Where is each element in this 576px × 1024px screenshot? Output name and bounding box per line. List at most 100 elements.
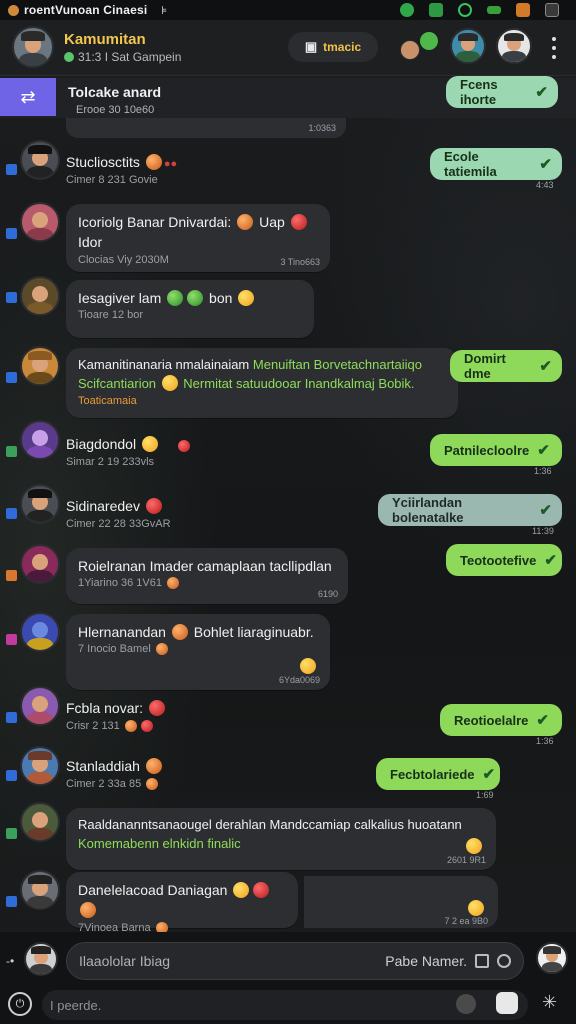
profile-avatar[interactable] — [536, 942, 568, 974]
message-link-3[interactable]: Nermitat satuudooar Inandkalmaj Bobik. — [183, 376, 414, 391]
sender-avatar[interactable] — [20, 870, 60, 910]
message-link[interactable]: Komemabenn elnkidn finalic — [78, 835, 484, 854]
sync-icon — [400, 3, 414, 17]
outgoing-text: Yciirlandan bolenatalke — [392, 495, 464, 525]
chat-app: roentVunoan Cinaesi ⊧ Kamumitan 31:3 I S… — [0, 0, 576, 1024]
outgoing-message[interactable]: Patnilecloolre ✔ — [430, 434, 562, 466]
sticker-icon[interactable] — [456, 994, 476, 1014]
back-arrow-icon[interactable]: -• — [6, 954, 14, 968]
outgoing-message[interactable]: Fecbtolariede ✔ — [376, 758, 500, 790]
mic-icon[interactable]: ✳ — [542, 992, 557, 1013]
message-text: Hlernanandan — [78, 624, 166, 640]
message-link[interactable]: Menuiftan Borvetachnartaiiqo — [253, 357, 422, 372]
participant-avatar-small[interactable] — [400, 40, 420, 60]
power-icon[interactable]: ⏻ — [8, 992, 32, 1016]
message-text: Kamanitinanaria nmalainaiam — [78, 357, 250, 372]
sender-avatar[interactable] — [20, 746, 60, 786]
camera-button-icon[interactable] — [496, 992, 518, 1014]
incoming-message[interactable]: Iesagiver lam bon Tioare 12 bor — [66, 280, 314, 338]
message-row[interactable]: Sidinaredev Cimer 22 28 33GvAR — [66, 498, 171, 530]
group-avatar[interactable] — [12, 26, 54, 68]
composer: -• Ilaaololar Ibiag Pabe Namer. ⏻ I peer… — [0, 932, 576, 1024]
wifi-icon — [429, 3, 443, 17]
sender-name: Stanladdiah — [66, 758, 140, 774]
call-pill-button[interactable]: ▣ tmacic — [288, 32, 378, 62]
message-row[interactable]: Fcbla novar: Crisr 2 131 — [66, 700, 167, 732]
status-icons — [400, 3, 559, 17]
message-input-placeholder: Ilaaololar Ibiag — [79, 953, 171, 969]
platform-badge-icon — [6, 634, 17, 645]
platform-badge-icon — [6, 828, 17, 839]
outgoing-message[interactable]: Fcens ihorte ✔ — [446, 76, 558, 108]
message-text: Icoriolg Banar Dnivardai: — [78, 214, 232, 230]
sender-avatar[interactable] — [20, 346, 60, 386]
message-time: 3 Tino663 — [280, 256, 320, 267]
sender-avatar[interactable] — [20, 612, 60, 652]
outgoing-message[interactable]: Teotootefive ✔ — [446, 544, 562, 576]
platform-badge-icon — [6, 372, 17, 383]
sender-avatar[interactable] — [20, 420, 60, 460]
outgoing-message[interactable]: Yciirlandan bolenatalke ✔ — [378, 494, 562, 526]
platform-badge-icon — [6, 712, 17, 723]
camera-icon: ▣ — [304, 39, 318, 54]
call-pill-label: tmacic — [323, 40, 362, 54]
message-link-2[interactable]: Scifcantiarion — [78, 376, 156, 391]
sender-name: Fcbla novar: — [66, 700, 144, 716]
message-time: 1:0363 — [308, 123, 336, 133]
pin-icon: ⊧ — [161, 4, 168, 17]
message-row[interactable]: Stucliosctits ●● Cimer 8 231 Govie — [66, 154, 177, 186]
incoming-message[interactable]: Danelelacoad Daniagan 7Vinoea Barna — [66, 872, 298, 934]
online-icon — [64, 52, 74, 62]
sender-avatar[interactable] — [20, 202, 60, 242]
outgoing-message[interactable]: Reotioelalre ✔ — [440, 704, 562, 736]
composer-action-label[interactable]: Pabe Namer. — [385, 953, 467, 969]
outgoing-message[interactable]: Ecole tatiemila ✔ — [430, 148, 562, 180]
my-avatar[interactable] — [24, 942, 58, 976]
platform-badge-icon — [6, 770, 17, 781]
outgoing-text: Fecbtolariede — [390, 766, 475, 782]
pinned-label: Tolcake anard — [68, 84, 162, 100]
emoji-picker-icon[interactable] — [497, 954, 511, 968]
read-check-icon: ✔ — [544, 552, 557, 569]
incoming-message[interactable]: Kamanitinanaria nmalainaiam Menuiftan Bo… — [66, 348, 458, 418]
chat-title[interactable]: Kamumitan — [64, 31, 146, 48]
sender-avatar[interactable] — [20, 686, 60, 726]
more-menu-icon[interactable] — [546, 34, 562, 62]
read-check-icon: ✔ — [535, 84, 548, 101]
incoming-message[interactable]: Icoriolg Banar Dnivardai: Uap Idor Cloci… — [66, 204, 330, 272]
outgoing-message[interactable]: Domirt dme ✔ — [450, 350, 562, 382]
sender-avatar[interactable] — [20, 484, 60, 524]
incoming-message[interactable]: Raaldananntsanaougel derahlan Mandccamia… — [66, 808, 496, 870]
message-meta: Cimer 2 33a 85 — [66, 778, 142, 790]
sender-avatar[interactable] — [20, 544, 60, 584]
platform-badge-icon — [6, 508, 17, 519]
attach-icon[interactable] — [475, 954, 489, 968]
message-meta: Cimer 8 231 Govie — [66, 174, 158, 186]
message-input[interactable]: Ilaaololar Ibiag Pabe Namer. — [66, 942, 524, 980]
platform-badge-icon — [6, 292, 17, 303]
outgoing-text: Fcens ihorte — [460, 77, 498, 107]
sender-avatar[interactable] — [20, 140, 60, 180]
platform-badge-icon — [6, 446, 17, 457]
incoming-message[interactable]: Roielranan Imader camaplaan tacllipdlan … — [66, 548, 348, 604]
sender-avatar[interactable] — [20, 802, 60, 842]
message-time: 1:36 — [534, 466, 552, 476]
add-member-icon[interactable] — [420, 32, 438, 50]
read-check-icon: ✔ — [537, 442, 550, 459]
bottom-bar: ⏻ I peerde. ✳ — [0, 990, 576, 1024]
message-row[interactable]: Stanladdiah Cimer 2 33a 85 — [66, 758, 164, 790]
read-check-icon: ✔ — [539, 156, 552, 173]
message-row[interactable]: Biagdondol Simar 2 19 233vls — [66, 436, 192, 468]
participant-avatar-2[interactable] — [496, 28, 532, 64]
pinned-meta: Erooe 30 10e60 — [76, 104, 155, 116]
sender-name: Biagdondol — [66, 436, 137, 452]
search-placeholder: I peerde. — [50, 997, 102, 1013]
message-meta: Tioare 12 bor — [78, 309, 144, 322]
incoming-message[interactable]: Hlernanandan Bohlet liaraginuabr. 7 Inoc… — [66, 614, 330, 690]
participant-avatar[interactable] — [450, 28, 486, 64]
message-meta: 1Yiarino 36 1V61 — [78, 577, 162, 590]
platform-badge-icon — [6, 228, 17, 239]
pin-toggle-button[interactable]: ⇄ — [0, 78, 56, 116]
message-text: Danelelacoad Daniagan — [78, 882, 228, 898]
sender-avatar[interactable] — [20, 276, 60, 316]
